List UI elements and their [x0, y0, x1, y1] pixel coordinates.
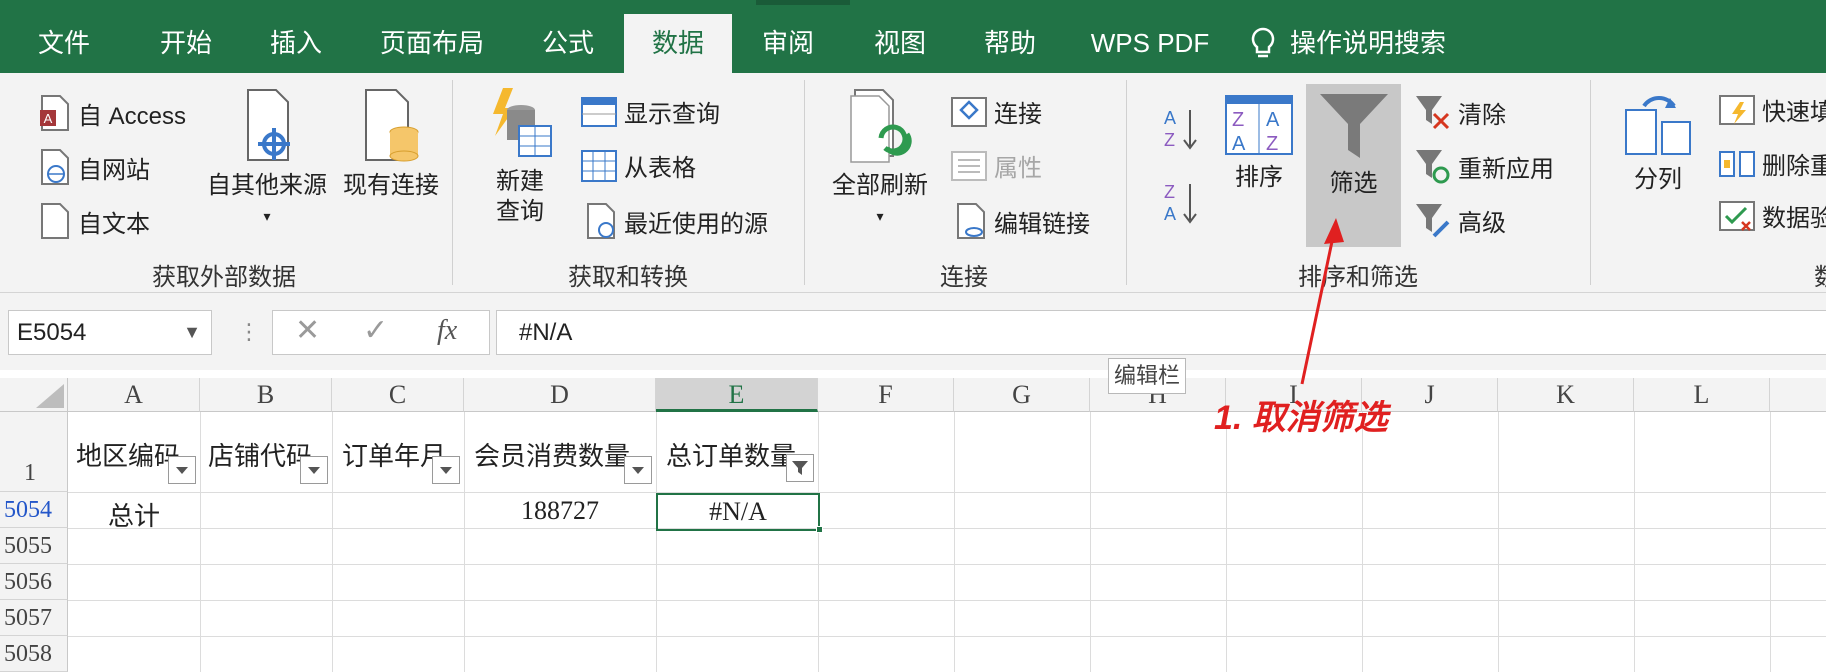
- annotation-arrow: [1300, 218, 1344, 385]
- annotation-text: 1. 取消筛选: [1214, 399, 1388, 437]
